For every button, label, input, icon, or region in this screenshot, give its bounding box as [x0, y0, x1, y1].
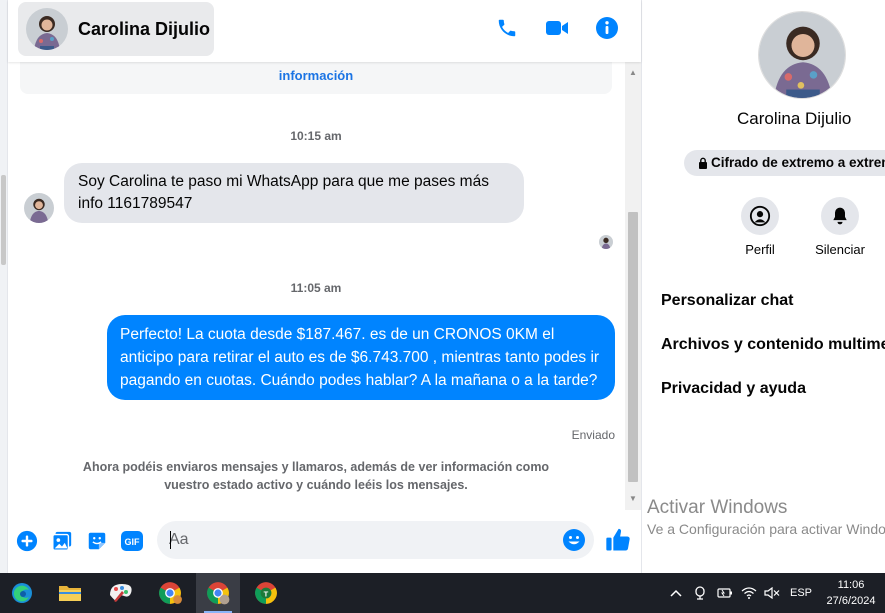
- chat-header: Carolina Dijulio: [8, 0, 641, 62]
- panel-avatar[interactable]: [758, 11, 846, 99]
- timestamp: 10:15 am: [290, 129, 342, 143]
- profile-label: Perfil: [745, 242, 775, 257]
- chat-scrollbar[interactable]: ▲ ▼: [625, 62, 641, 510]
- sticker-icon[interactable]: [85, 529, 109, 553]
- windows-activation-subtitle: Ve a Configuración para activar Windows.: [647, 521, 885, 537]
- profile-icon[interactable]: [741, 197, 779, 235]
- incoming-message[interactable]: Soy Carolina te paso mi WhatsApp para qu…: [64, 163, 524, 223]
- tray-wifi-icon[interactable]: [739, 573, 759, 613]
- menu-media-files[interactable]: Archivos y contenido multimedia: [661, 336, 885, 354]
- phone-icon[interactable]: [495, 16, 519, 40]
- tray-battery-icon[interactable]: [714, 573, 736, 613]
- message-list[interactable]: información 10:15 am Soy Carolina te pas…: [8, 62, 641, 510]
- conversation-info-panel: Carolina Dijulio Cifrado de extremo a ex…: [642, 0, 885, 573]
- lock-icon: [699, 157, 707, 169]
- clock-date: 27/6/2024: [826, 595, 876, 607]
- mute-action[interactable]: Silenciar: [805, 197, 875, 257]
- tray-clock[interactable]: 11:06 27/6/2024: [818, 577, 884, 609]
- tray-meet-icon[interactable]: [690, 573, 710, 613]
- encryption-text: Cifrado de extremo a extremo: [711, 155, 885, 170]
- outgoing-message[interactable]: Perfecto! La cuota desde $187.467. es de…: [107, 315, 615, 400]
- info-link[interactable]: información: [8, 68, 624, 83]
- info-icon[interactable]: [595, 16, 619, 40]
- menu-customize-chat[interactable]: Personalizar chat: [661, 292, 794, 310]
- chrome-profile-icon[interactable]: [196, 573, 240, 613]
- scroll-up-arrow-icon[interactable]: ▲: [625, 64, 641, 80]
- scroll-thumb[interactable]: [628, 212, 638, 482]
- tray-language[interactable]: ESP: [786, 573, 816, 613]
- mute-label: Silenciar: [815, 242, 865, 257]
- text-caret: [170, 531, 171, 549]
- windows-activation-title: Activar Windows: [647, 497, 788, 518]
- add-icon[interactable]: [15, 529, 39, 553]
- left-scroll-thumb[interactable]: [1, 175, 6, 265]
- contact-avatar: [26, 8, 68, 50]
- sender-avatar[interactable]: [24, 193, 54, 223]
- contact-name: Carolina Dijulio: [78, 18, 211, 39]
- tray-chevron-up-icon[interactable]: [667, 573, 685, 613]
- chrome-t-icon[interactable]: T: [244, 573, 288, 613]
- gif-icon[interactable]: GIF: [120, 529, 144, 553]
- svg-text:T: T: [264, 589, 269, 598]
- message-input[interactable]: [169, 521, 549, 559]
- left-scroll-strip[interactable]: [0, 0, 8, 573]
- emoji-icon[interactable]: [562, 528, 586, 552]
- contact-header-button[interactable]: Carolina Dijulio: [18, 2, 214, 56]
- windows-taskbar: T ESP 11:06 27/6/2024: [0, 573, 885, 613]
- connection-notice: Ahora podéis enviaros mensajes y llamaro…: [82, 460, 550, 492]
- composer: GIF: [8, 510, 641, 573]
- bell-icon[interactable]: [821, 197, 859, 235]
- file-explorer-icon[interactable]: [48, 573, 92, 613]
- clock-time: 11:06: [837, 579, 865, 591]
- panel-contact-name: Carolina Dijulio: [737, 109, 852, 128]
- message-input-wrapper[interactable]: [157, 521, 594, 559]
- edge-icon[interactable]: [0, 573, 44, 613]
- timestamp: 11:05 am: [290, 281, 342, 295]
- photo-icon[interactable]: [50, 529, 74, 553]
- messenger-window: Carolina Dijulio información 10:15 am So…: [0, 0, 885, 613]
- paint-icon[interactable]: [98, 573, 142, 613]
- video-icon[interactable]: [545, 16, 569, 40]
- message-status: Enviado: [571, 428, 615, 442]
- scroll-down-arrow-icon[interactable]: ▼: [625, 490, 641, 506]
- seen-indicator-avatar: [599, 235, 613, 249]
- chrome-icon[interactable]: [148, 573, 192, 613]
- chat-column: Carolina Dijulio información 10:15 am So…: [8, 0, 641, 573]
- encryption-badge[interactable]: Cifrado de extremo a extremo: [684, 150, 885, 176]
- header-actions: [495, 16, 619, 40]
- like-icon[interactable]: [604, 526, 632, 554]
- profile-action[interactable]: Perfil: [725, 197, 795, 257]
- menu-privacy-help[interactable]: Privacidad y ayuda: [661, 380, 806, 398]
- svg-text:GIF: GIF: [125, 537, 141, 547]
- tray-volume-muted-icon[interactable]: [762, 573, 782, 613]
